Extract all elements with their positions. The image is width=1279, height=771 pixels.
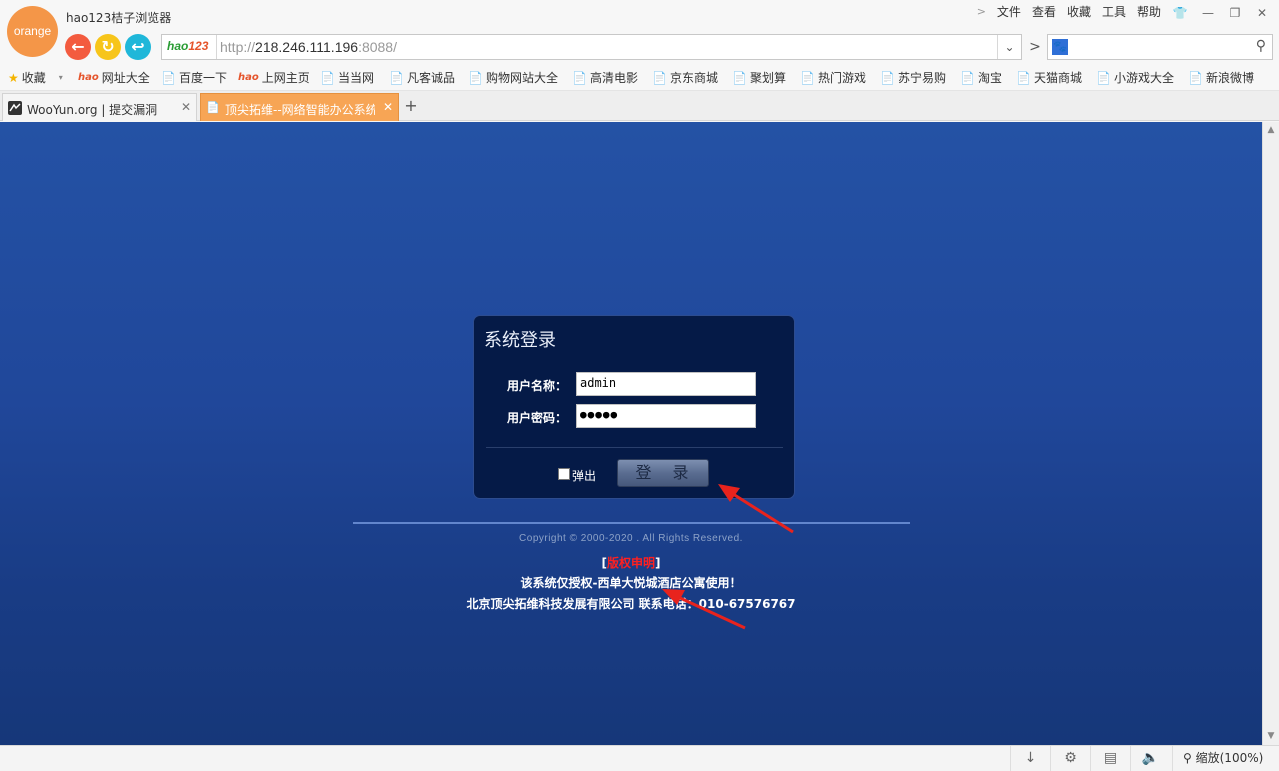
page-content: 系统登录 用户名称： admin 用户密码： ●●●●● 弹出 登 录 Copy… [0,122,1262,745]
bookmark-item[interactable]: 📄 新浪微博 [1188,69,1254,86]
url-text[interactable]: http://218.246.111.196:8088/ [220,39,397,55]
page-favicon-icon: 📄 [206,101,220,114]
company-contact-text: 北京顶尖拓维科技发展有限公司 联系电话：010-67576767 [466,597,796,611]
bookmark-item[interactable]: 📄 小游戏大全 [1096,69,1174,86]
password-label: 用户密码： [507,411,568,425]
bookmarks-bar: ★ 收藏 ▾ hao 网址大全 📄 百度一下 hao 上网主页 📄 当当网 📄 凡客诚品 📄 购… [0,62,1279,91]
address-dropdown-icon[interactable]: ⌄ [997,35,1021,59]
navigation-bar: ← ↻ ↩ hao123 http://218.246.111.196:8088… [0,32,1279,62]
bookmark-item[interactable]: 📄 聚划算 [732,69,786,86]
username-input[interactable]: admin [576,372,756,396]
login-panel: 系统登录 用户名称： admin 用户密码： ●●●●● 弹出 登 录 [473,315,795,499]
browser-logo[interactable]: orange [7,6,58,57]
page-icon: 📄 [389,70,404,85]
refresh-icon[interactable]: ↻ [95,34,121,60]
hao-icon: hao [78,72,99,83]
page-icon: 📄 [732,70,747,85]
bookmark-item[interactable]: hao 上网主页 [238,69,310,86]
scroll-down-icon[interactable]: ▼ [1263,728,1279,744]
hao-icon: hao [238,72,259,83]
new-tab-icon[interactable]: + [402,97,420,115]
app-title: hao123桔子浏览器 [66,11,172,25]
search-bar[interactable]: 🐾 ⚲ [1047,34,1273,60]
restore-icon[interactable]: ❐ [1225,4,1245,22]
footer-divider [353,522,910,524]
tab-active-login[interactable]: 📄 顶尖拓维--网络智能办公系统 ✕ [200,93,399,121]
bookmark-item[interactable]: 📄 京东商城 [652,69,718,86]
page-icon: 📄 [572,70,587,85]
login-title: 系统登录 [484,330,556,351]
zoom-icon: ⚲ [1183,751,1192,765]
screen-icon[interactable]: ▤ [1090,746,1130,771]
popup-checkbox[interactable] [558,468,570,480]
tab-strip: WooYun.org | 提交漏洞 ✕ 📄 顶尖拓维--网络智能办公系统 ✕ + [0,91,1279,121]
bookmark-item[interactable]: 📄 天猫商城 [1016,69,1082,86]
main-menu: > 文件 查看 收藏 工具 帮助 [977,3,1161,20]
page-icon: 📄 [320,70,335,85]
back-icon[interactable]: ← [65,34,91,60]
close-tab-icon[interactable]: ✕ [383,100,393,114]
bookmark-item[interactable]: 📄 淘宝 [960,69,1002,86]
dropdown-icon[interactable]: ▾ [59,73,63,82]
menu-favorites[interactable]: 收藏 [1067,3,1091,20]
page-icon: 📄 [1096,70,1111,85]
bookmark-item[interactable]: 📄 凡客诚品 [389,69,455,86]
vertical-scrollbar[interactable]: ▲ ▼ [1262,122,1279,745]
page-icon: 📄 [800,70,815,85]
close-tab-icon[interactable]: ✕ [181,100,191,114]
page-icon: 📄 [1188,70,1203,85]
go-icon[interactable]: > [1024,34,1046,60]
page-icon: 📄 [652,70,667,85]
popup-label: 弹出 [572,469,597,483]
tab-title: WooYun.org | 提交漏洞 [27,103,158,117]
tab-title: 顶尖拓维--网络智能办公系统 [225,103,375,117]
bookmark-item[interactable]: 📄 当当网 [320,69,374,86]
divider [486,447,783,448]
address-bar[interactable]: hao123 http://218.246.111.196:8088/ ⌄ [161,34,1022,60]
settings-gear-icon[interactable]: ⚙ [1050,746,1090,771]
bookmark-item[interactable]: 📄 购物网站大全 [468,69,558,86]
bookmark-item[interactable]: 📄 苏宁易购 [880,69,946,86]
copyright-notice-link[interactable]: 版权申明 [607,556,655,570]
bookmark-favorites[interactable]: ★ 收藏 ▾ [8,69,63,86]
username-label: 用户名称： [507,379,568,393]
menu-view[interactable]: 查看 [1032,3,1056,20]
hao123-logo: hao123 [167,39,209,53]
title-bar: orange hao123桔子浏览器 > 文件 查看 收藏 工具 帮助 👕 — … [0,0,1279,57]
copyright-text: Copyright © 2000-2020 . All Rights Reser… [519,533,743,544]
zoom-control[interactable]: ⚲ 缩放(100%) [1172,746,1279,771]
baidu-paw-icon[interactable]: 🐾 [1052,39,1068,55]
volume-icon[interactable]: 🔈 [1130,746,1170,771]
authorization-text: 该系统仅授权-西单大悦城酒店公寓使用！ [520,576,742,590]
menu-help[interactable]: 帮助 [1137,3,1161,20]
download-icon[interactable]: ↓ [1010,746,1050,771]
status-bar: ↓ ⚙ ▤ 🔈 ⚲ 缩放(100%) [0,745,1279,771]
star-icon: ★ [8,70,19,85]
tab-wooyun[interactable]: WooYun.org | 提交漏洞 ✕ [2,93,197,121]
page-icon: 📄 [468,70,483,85]
menu-tools[interactable]: 工具 [1102,3,1126,20]
wooyun-favicon-icon [8,101,22,115]
login-button[interactable]: 登 录 [617,459,709,487]
search-icon[interactable]: ⚲ [1256,38,1266,54]
scroll-up-icon[interactable]: ▲ [1263,122,1279,138]
skin-icon[interactable]: 👕 [1170,4,1190,22]
copyright-notice: [版权申明] [601,556,661,570]
home-return-icon[interactable]: ↩ [125,34,151,60]
menu-chevron-icon[interactable]: > [977,5,986,18]
page-icon: 📄 [960,70,975,85]
menu-file[interactable]: 文件 [997,3,1021,20]
page-icon: 📄 [1016,70,1031,85]
bookmark-item[interactable]: hao 网址大全 [78,69,150,86]
close-window-icon[interactable]: ✕ [1252,4,1272,22]
page-icon: 📄 [880,70,895,85]
password-input[interactable]: ●●●●● [576,404,756,428]
bookmark-item[interactable]: 📄 百度一下 [161,69,227,86]
page-icon: 📄 [161,70,176,85]
address-separator [216,35,217,59]
bookmark-item[interactable]: 📄 热门游戏 [800,69,866,86]
bookmark-item[interactable]: 📄 高清电影 [572,69,638,86]
minimize-icon[interactable]: — [1198,4,1218,22]
